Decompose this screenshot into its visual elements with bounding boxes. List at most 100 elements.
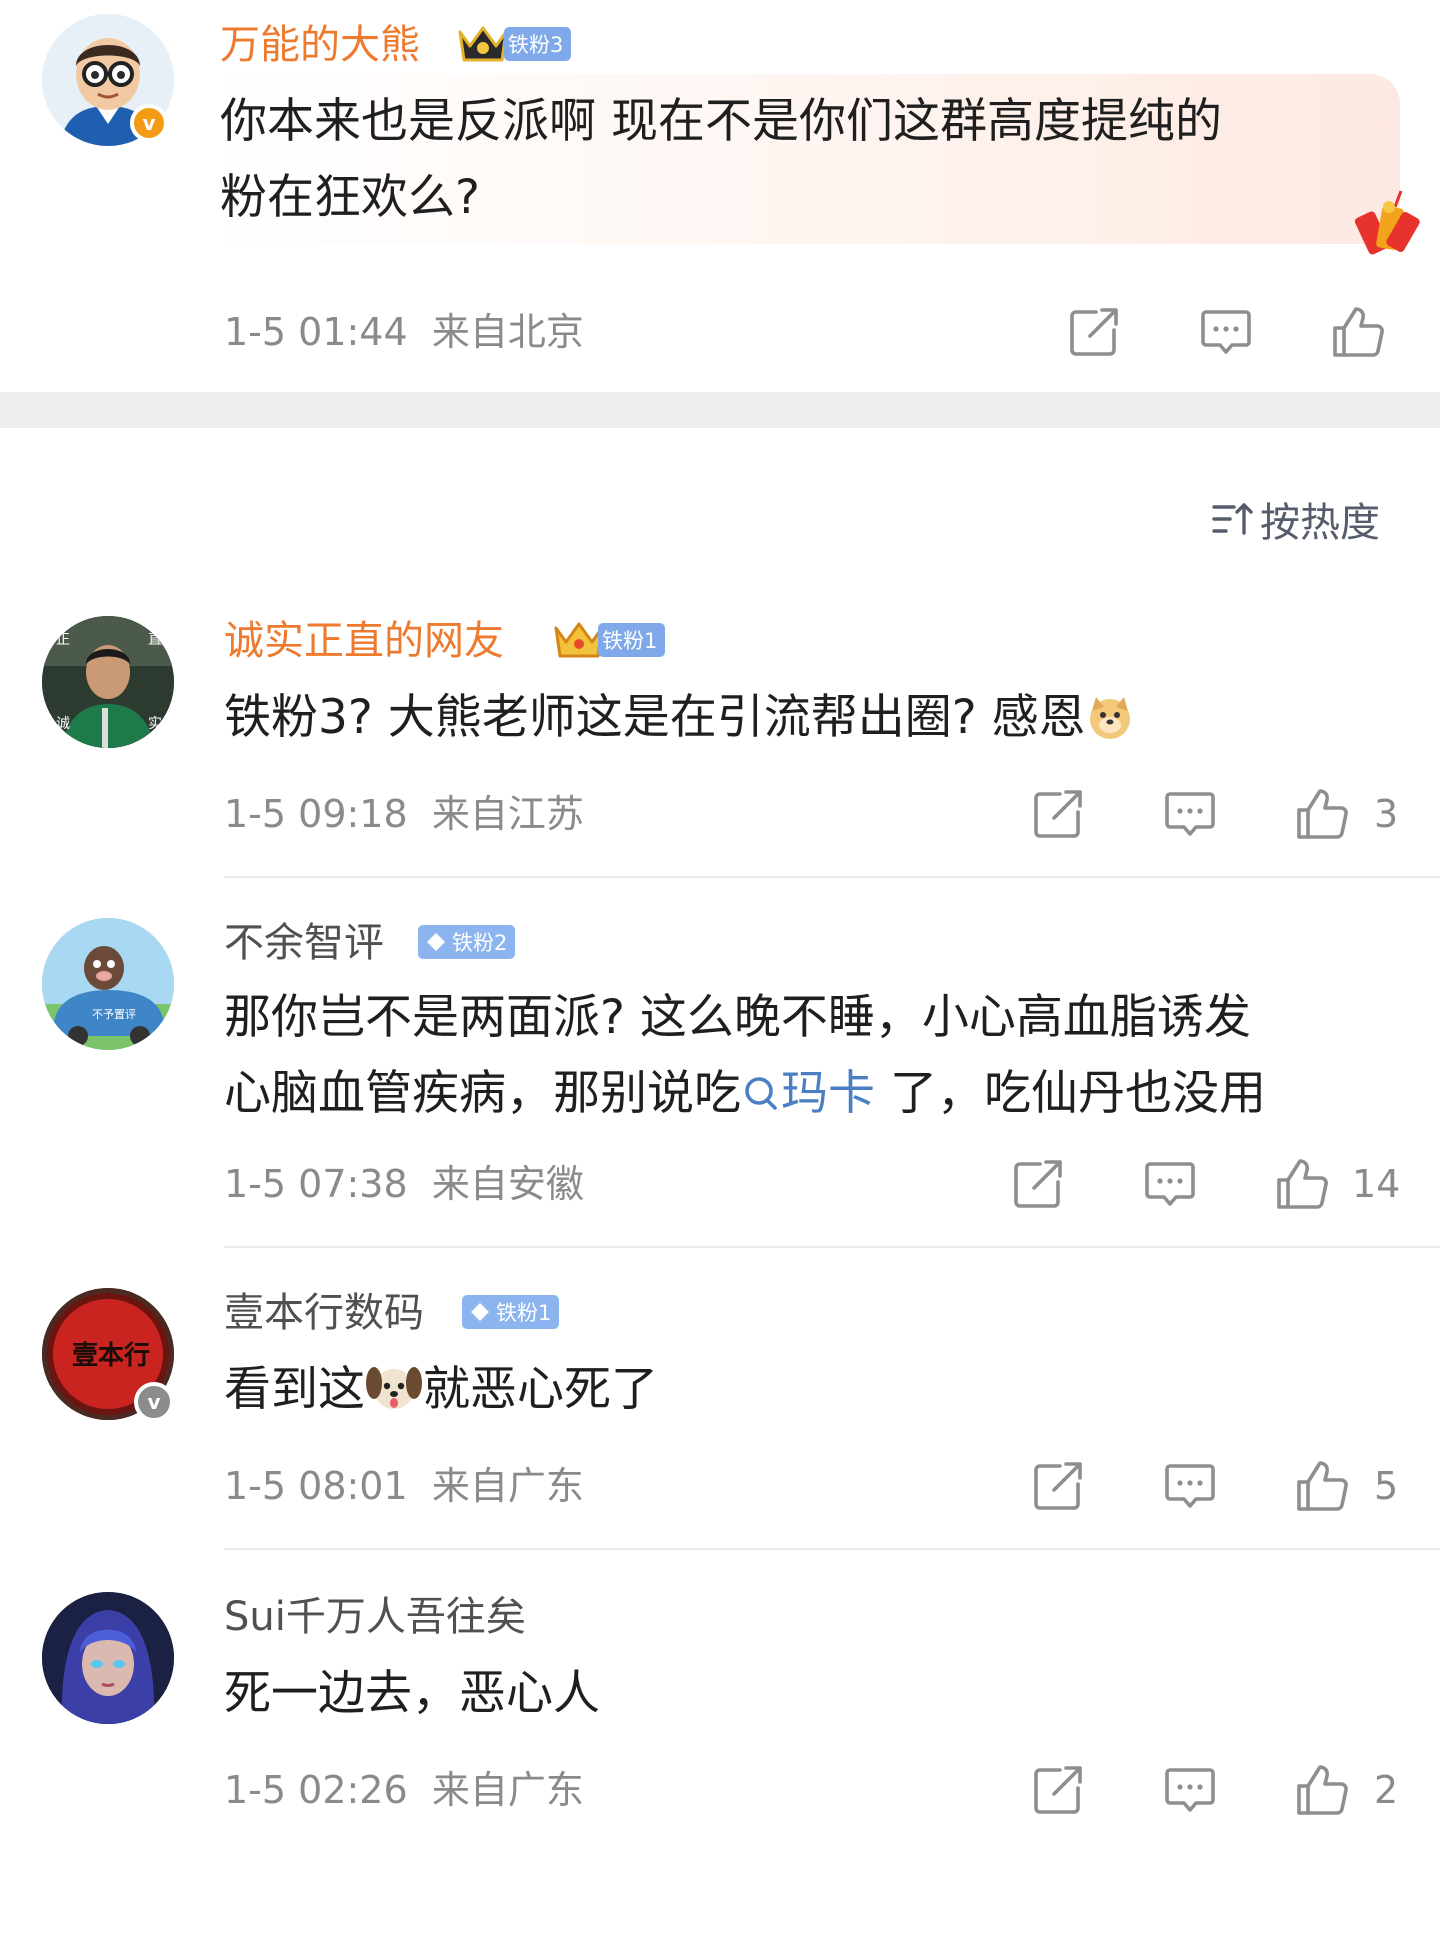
- comment-text-body: 铁粉3? 大熊老师这是在引流帮出圈? 感恩: [224, 690, 1086, 745]
- fan-level-badge[interactable]: 铁粉1: [598, 623, 666, 657]
- svg-text:不予置评: 不予置评: [92, 1008, 136, 1021]
- like-button[interactable]: [1330, 304, 1386, 360]
- comment-text-line-1: 那你岂不是两面派? 这么晚不睡，小心高血脂诱发: [224, 990, 1251, 1045]
- svg-text:正: 正: [56, 632, 70, 648]
- svg-text:壹本行: 壹本行: [72, 1340, 150, 1371]
- reply-button[interactable]: [1198, 304, 1254, 360]
- fan-level-badge[interactable]: 铁粉2: [418, 925, 516, 959]
- section-divider: [0, 392, 1440, 428]
- comment-text: 铁粉3? 大熊老师这是在引流帮出圈? 感恩: [224, 680, 1134, 756]
- top-comment: v 万能的大熊 铁粉3 你本来也是反派啊 现在不是你们这群高度提纯的 粉在狂欢么…: [0, 0, 1440, 392]
- like-button[interactable]: [1294, 786, 1350, 842]
- thumbs-up-icon: [1330, 304, 1386, 360]
- share-icon: [1066, 304, 1122, 360]
- reply-button[interactable]: [1142, 1156, 1198, 1212]
- comment-text: 看到这 就恶心死了: [224, 1352, 658, 1428]
- comment-date: 1-5 08:01: [224, 1464, 408, 1508]
- svg-text:直: 直: [148, 631, 162, 648]
- comment-location: 来自江苏: [431, 792, 584, 836]
- share-button[interactable]: [1066, 304, 1122, 360]
- like-count: 2: [1374, 1768, 1399, 1812]
- username[interactable]: Sui千万人吾往矣: [224, 1592, 526, 1642]
- fan-level-badge[interactable]: 铁粉3: [504, 27, 572, 61]
- reply-button[interactable]: [1162, 786, 1218, 842]
- like-button[interactable]: [1294, 1458, 1350, 1514]
- comment-icon: [1162, 1762, 1218, 1818]
- svg-text:诚: 诚: [56, 716, 70, 732]
- avatar-image: 不予置评: [42, 918, 174, 1050]
- comment-timestamp: 1-5 01:44 来自北京: [224, 310, 584, 354]
- like-count: 3: [1374, 792, 1399, 836]
- comment-text: 死一边去，恶心人: [224, 1666, 600, 1721]
- like-count: 14: [1352, 1162, 1401, 1206]
- share-button[interactable]: [1010, 1156, 1066, 1212]
- fan-level-badge-label: 铁粉1: [602, 629, 658, 653]
- share-icon: [1030, 1458, 1086, 1514]
- like-button[interactable]: [1294, 1762, 1350, 1818]
- username[interactable]: 万能的大熊: [220, 20, 420, 70]
- comment-icon: [1198, 304, 1254, 360]
- fan-level-badge-label: 铁粉1: [496, 1301, 552, 1325]
- sort-icon: [1212, 503, 1253, 535]
- fan-level-badge-label: 铁粉2: [452, 931, 508, 955]
- comment-divider: [224, 1548, 1440, 1550]
- comment-text-suffix: 了，吃仙丹也没用: [875, 1066, 1266, 1121]
- crown-fan-icon: [458, 26, 508, 62]
- username[interactable]: 壹本行数码: [224, 1288, 424, 1338]
- sort-by-heat-button[interactable]: 按热度: [1210, 494, 1380, 546]
- comment-text-line-2: 心脑血管疾病，那别说吃 玛卡 了，吃仙丹也没用: [224, 1056, 1266, 1132]
- comment-timestamp: 1-5 02:26 来自广东: [224, 1768, 584, 1812]
- svg-text:实: 实: [148, 716, 162, 732]
- firecracker-icon: [1354, 190, 1420, 255]
- avatar[interactable]: 不予置评: [42, 918, 174, 1050]
- comment-icon: [1162, 1458, 1218, 1514]
- dog-emoji-icon: [366, 1367, 422, 1409]
- comment-divider: [224, 876, 1440, 878]
- topic-link-maca[interactable]: 玛卡: [741, 1066, 875, 1121]
- reply-button[interactable]: [1162, 1762, 1218, 1818]
- comment-text-prefix: 看到这: [224, 1362, 365, 1417]
- comment-date: 1-5 01:44: [224, 310, 408, 354]
- thumbs-up-icon: [1294, 786, 1350, 842]
- topic-link-label: 玛卡: [781, 1066, 875, 1121]
- username[interactable]: 诚实正直的网友: [224, 616, 504, 666]
- verified-v-icon: v: [134, 1382, 174, 1422]
- comment-timestamp: 1-5 09:18 来自江苏: [224, 792, 584, 836]
- share-button[interactable]: [1030, 1458, 1086, 1514]
- diamond-icon: [470, 1302, 490, 1322]
- comment-divider: [224, 1246, 1440, 1248]
- verified-v-icon: v: [130, 104, 168, 142]
- avatar-image: [42, 1592, 174, 1724]
- like-count: 5: [1374, 1464, 1399, 1508]
- reply-button[interactable]: [1162, 1458, 1218, 1514]
- comment-text-suffix: 就恶心死了: [423, 1362, 658, 1417]
- comment-text-line-1: 你本来也是反派啊 现在不是你们这群高度提纯的: [220, 94, 1222, 149]
- share-icon: [1030, 786, 1086, 842]
- like-button[interactable]: [1274, 1156, 1330, 1212]
- search-icon: [745, 1077, 777, 1110]
- sort-label: 按热度: [1260, 500, 1380, 546]
- comment-icon: [1162, 786, 1218, 842]
- comment-date: 1-5 02:26: [224, 1768, 408, 1812]
- comment-timestamp: 1-5 07:38 来自安徽: [224, 1162, 584, 1206]
- fan-level-badge[interactable]: 铁粉1: [462, 1295, 560, 1329]
- thumbs-up-icon: [1274, 1156, 1330, 1212]
- share-icon: [1030, 1762, 1086, 1818]
- comment-timestamp: 1-5 08:01 来自广东: [224, 1464, 584, 1508]
- thumbs-up-icon: [1294, 1458, 1350, 1514]
- comment-date: 1-5 07:38: [224, 1162, 408, 1206]
- comment-location: 来自安徽: [431, 1162, 584, 1206]
- username[interactable]: 不余智评: [224, 918, 384, 968]
- share-button[interactable]: [1030, 1762, 1086, 1818]
- avatar[interactable]: 正 直 诚 实: [42, 616, 174, 748]
- comment-location: 来自北京: [431, 310, 584, 354]
- comment-date: 1-5 09:18: [224, 792, 408, 836]
- fan-level-badge-label: 铁粉3: [508, 33, 564, 57]
- share-icon: [1010, 1156, 1066, 1212]
- comment-text-line-2: 粉在狂欢么?: [220, 170, 480, 225]
- comment-location: 来自广东: [431, 1768, 584, 1812]
- thumbs-up-icon: [1294, 1762, 1350, 1818]
- avatar[interactable]: [42, 1592, 174, 1724]
- diamond-icon: [426, 932, 446, 952]
- share-button[interactable]: [1030, 786, 1086, 842]
